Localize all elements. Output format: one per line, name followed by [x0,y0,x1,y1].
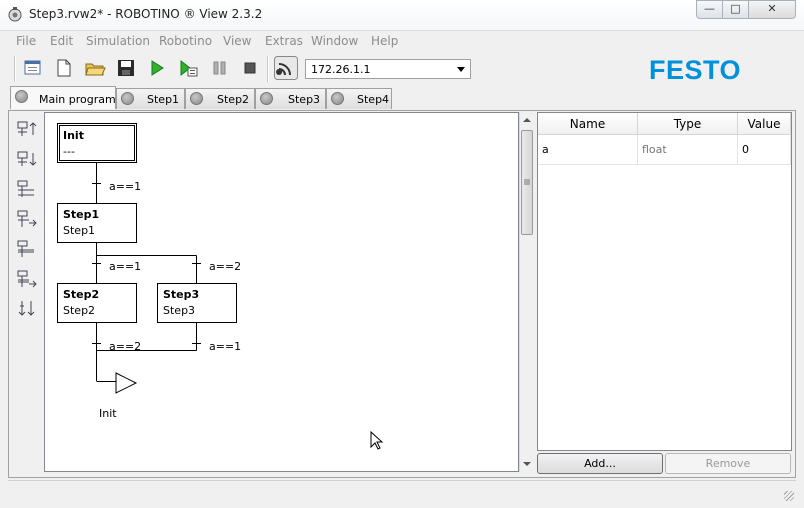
step-name: Init [63,129,84,142]
column-header-name[interactable]: Name [538,113,638,135]
new-file-icon[interactable] [53,57,75,79]
step-dot-icon [15,90,28,103]
tab-label: Step3 [288,93,321,106]
robotino-app-icon [8,7,22,22]
transition-condition[interactable]: a==2 [209,260,241,273]
transition-condition[interactable]: a==1 [209,340,241,353]
step-description: Step2 [63,304,96,317]
save-icon[interactable] [115,57,137,79]
cell-name[interactable]: a [538,135,638,165]
grip-icon [524,179,530,185]
transition-condition[interactable]: a==1 [109,260,141,273]
tab-step4[interactable]: Step4 [326,88,392,109]
minimize-button[interactable]: — [696,0,723,19]
ip-address-value: 172.26.1.1 [311,63,371,76]
step-dot-icon [121,92,134,105]
sequence-diagram-canvas[interactable]: Init --- Step1 Step1 Step2 Step2 Step3 S… [44,112,519,472]
wifi-icon[interactable] [274,56,298,80]
step-name: Step2 [63,288,100,301]
tab-step2[interactable]: Step2 [185,88,255,109]
menu-bar: File Edit Simulation Robotino View Extra… [8,32,796,50]
insert-branch-right-icon[interactable] [14,208,40,230]
chevron-down-icon[interactable] [457,67,465,72]
open-folder-icon[interactable] [84,57,106,79]
menu-help[interactable]: Help [371,34,398,48]
stop-icon[interactable] [239,57,261,79]
tab-step3[interactable]: Step3 [255,88,326,109]
scroll-down-icon[interactable] [523,462,531,466]
column-header-value[interactable]: Value [738,113,791,135]
step-dot-icon [190,92,203,105]
insert-step-above-icon[interactable] [14,118,40,140]
window-title: Step3.rvw2* - ROBOTINO ® View 2.3.2 [29,7,263,21]
close-button[interactable]: ✕ [748,0,796,19]
menu-view[interactable]: View [223,34,251,48]
step-dot-icon [260,92,273,105]
mouse-cursor-icon [370,431,384,450]
new-window-icon[interactable] [22,57,44,79]
step-description: --- [63,145,75,158]
insert-branch-left-icon[interactable] [14,178,40,200]
jump-target-label: Init [99,407,117,420]
tab-label: Step2 [217,93,250,106]
step-init[interactable]: Init --- [57,123,137,163]
insert-jump-icon[interactable] [14,298,40,320]
toolbar-separator [267,56,269,82]
scroll-thumb[interactable] [521,130,533,235]
run-icon[interactable] [146,57,168,79]
status-bar [8,480,796,503]
maximize-button[interactable]: □ [722,0,749,19]
step-name: Step1 [63,208,100,221]
toolbar-separator [14,56,16,82]
menu-simulation[interactable]: Simulation [86,34,150,48]
transition-condition[interactable]: a==1 [109,180,141,193]
menu-edit[interactable]: Edit [50,34,73,48]
menu-extras[interactable]: Extras [265,34,303,48]
festo-logo: FESTO [649,55,742,85]
column-header-type[interactable]: Type [638,113,738,135]
menu-file[interactable]: File [16,34,36,48]
insert-step-below-icon[interactable] [14,148,40,170]
variables-table: Name Type Value a float 0 [537,112,792,451]
tab-step1[interactable]: Step1 [116,88,185,109]
step-description: Step3 [163,304,196,317]
step-description: Step1 [63,224,96,237]
tab-main-program[interactable]: Main program [10,86,116,109]
remove-variable-button[interactable]: Remove [665,453,791,474]
diagram-scrollbar[interactable] [519,112,534,472]
tab-label: Step1 [147,93,180,106]
tab-label: Step4 [357,93,390,106]
menu-robotino[interactable]: Robotino [159,34,212,48]
cell-type[interactable]: float [638,135,738,165]
ip-address-combobox[interactable]: 172.26.1.1 [305,59,471,79]
tab-label: Main program [39,93,116,106]
scroll-up-icon[interactable] [523,118,531,122]
add-variable-button[interactable]: Add... [537,453,663,474]
insert-parallel-left-icon[interactable] [14,238,40,260]
cell-value[interactable]: 0 [738,135,791,165]
pause-icon[interactable] [208,57,230,79]
step-step3[interactable]: Step3 Step3 [157,283,237,323]
menu-window[interactable]: Window [311,34,358,48]
step-step2[interactable]: Step2 Step2 [57,283,137,323]
title-bar: Step3.rvw2* - ROBOTINO ® View 2.3.2 — □ … [0,0,804,31]
step-run-icon[interactable] [177,57,199,79]
step-dot-icon [331,92,344,105]
step-name: Step3 [163,288,200,301]
step-step1[interactable]: Step1 Step1 [57,203,137,243]
insert-parallel-right-icon[interactable] [14,268,40,290]
transition-condition[interactable]: a==2 [109,340,141,353]
resize-grip-icon[interactable] [784,491,794,501]
